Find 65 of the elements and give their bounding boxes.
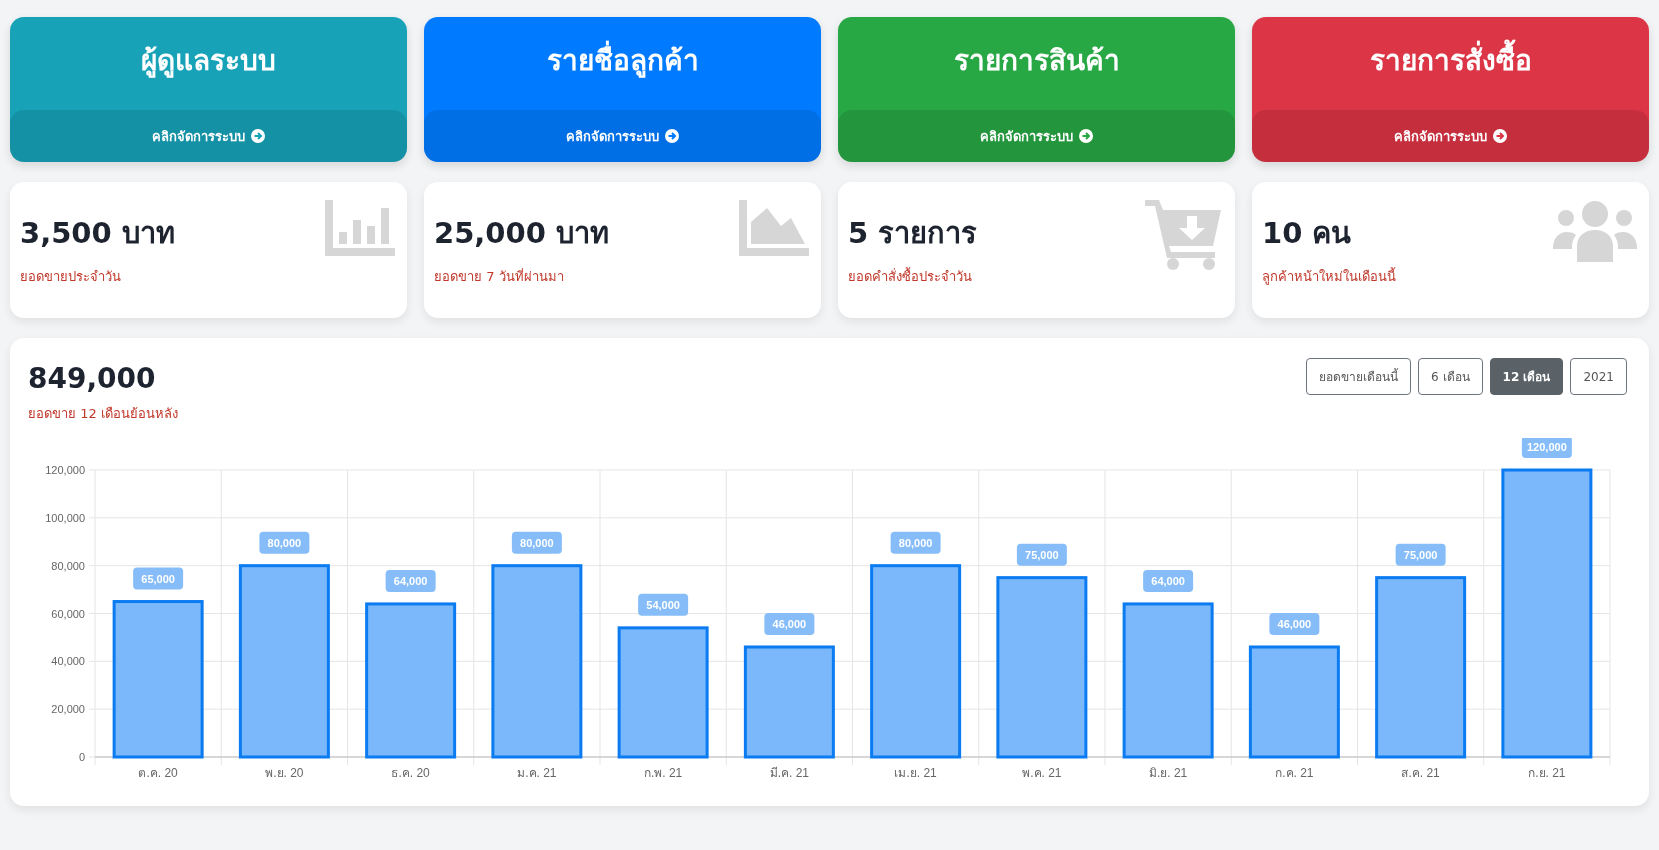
card-title: รายการสินค้า bbox=[952, 42, 1121, 79]
users-icon bbox=[1553, 200, 1637, 262]
period-button[interactable]: ยอดขายเดือนนี้ bbox=[1306, 358, 1412, 395]
axis-tick-label: 120,000 bbox=[45, 464, 85, 476]
arrow-circle-icon bbox=[251, 129, 265, 143]
axis-tick-label: ม.ค. 21 bbox=[517, 766, 557, 780]
data-label: 46,000 bbox=[1269, 613, 1320, 635]
menu-card[interactable]: ผู้ดูแลระบบ คลิกจัดการระบบ bbox=[10, 17, 407, 162]
axis-tick-label: พ.ค. 21 bbox=[1022, 766, 1062, 780]
data-label: 75,000 bbox=[1016, 543, 1067, 566]
card-title: รายการสั่งซื้อ bbox=[1252, 17, 1649, 110]
sales-total: 849,000 bbox=[28, 361, 157, 395]
data-label: 65,000 bbox=[133, 567, 184, 590]
manage-link[interactable]: คลิกจัดการระบบ bbox=[566, 125, 659, 147]
axis-tick-label: ต.ค. 20 bbox=[138, 766, 178, 780]
axis-tick-label: ก.พ. 21 bbox=[643, 766, 683, 780]
stat-value: 10 คน bbox=[1262, 215, 1353, 252]
card-title: รายชื่อลูกค้า bbox=[424, 17, 821, 110]
arrow-circle-icon bbox=[665, 129, 679, 143]
data-label: 54,000 bbox=[638, 593, 689, 616]
card-title: ผู้ดูแลระบบ bbox=[140, 42, 277, 80]
axis-tick-label: ธ.ค. 20 bbox=[391, 766, 430, 780]
data-label: 80,000 bbox=[259, 531, 310, 554]
data-label: 80,000 bbox=[511, 531, 562, 554]
stat-value: 3,500 บาท bbox=[20, 215, 175, 252]
axis-tick-label: 100,000 bbox=[45, 511, 85, 524]
arrow-circle-icon bbox=[1493, 129, 1507, 143]
axis-tick-label: มิ.ย. 21 bbox=[1148, 766, 1188, 780]
period-button[interactable]: 2021 bbox=[1570, 358, 1627, 395]
manage-link[interactable]: คลิกจัดการระบบ bbox=[980, 125, 1073, 147]
period-button[interactable]: 12 เดือน bbox=[1489, 358, 1564, 395]
axis-tick-label: เม.ย. 21 bbox=[894, 766, 937, 780]
cart-icon bbox=[1145, 200, 1223, 270]
arrow-circle-icon bbox=[1079, 129, 1093, 143]
data-label: 75,000 bbox=[1395, 543, 1446, 566]
menu-card[interactable]: รายชื่อลูกค้า คลิกจัดการระบบ bbox=[424, 17, 821, 162]
menu-card[interactable]: รายการสั่งซื้อ คลิกจัดการระบบ bbox=[1252, 17, 1649, 162]
bar-chart-icon bbox=[325, 200, 395, 256]
data-label: 46,000 bbox=[764, 613, 815, 635]
sales-caption: ยอดขาย 12 เดือนย้อนหลัง bbox=[28, 405, 178, 423]
stat-value: 5 รายการ bbox=[848, 215, 978, 252]
stat-caption: ยอดขายประจำวัน bbox=[20, 268, 122, 286]
data-label: 120,000 bbox=[1521, 438, 1572, 458]
data-label: 80,000 bbox=[890, 531, 941, 554]
axis-tick-label: ส.ค. 21 bbox=[1401, 766, 1440, 780]
period-button[interactable]: 6 เดือน bbox=[1418, 358, 1483, 395]
stat-caption: ยอดคำสั่งซื้อประจำวัน bbox=[848, 266, 973, 286]
axis-tick-label: 40,000 bbox=[51, 655, 85, 668]
axis-tick-label: มี.ค. 21 bbox=[769, 766, 810, 780]
data-label: 64,000 bbox=[385, 569, 436, 592]
axis-tick-label: 0 bbox=[78, 751, 85, 763]
manage-link[interactable]: คลิกจัดการระบบ bbox=[152, 125, 245, 147]
area-chart-icon bbox=[739, 200, 809, 256]
stat-caption: ลูกค้าหน้าใหม่ในเดือนนี้ bbox=[1262, 266, 1396, 287]
axis-tick-label: 80,000 bbox=[51, 559, 85, 572]
axis-tick-label: พ.ย. 20 bbox=[265, 766, 304, 780]
stat-caption: ยอดขาย 7 วันที่ผ่านมา bbox=[434, 267, 565, 286]
manage-link[interactable]: คลิกจัดการระบบ bbox=[1394, 125, 1487, 147]
data-label: 64,000 bbox=[1143, 569, 1194, 592]
axis-tick-label: ก.ย. 21 bbox=[1528, 766, 1566, 780]
menu-card[interactable]: รายการสินค้า คลิกจัดการระบบ bbox=[838, 17, 1235, 162]
axis-tick-label: 60,000 bbox=[51, 607, 85, 620]
stat-value: 25,000 บาท bbox=[434, 215, 609, 252]
axis-tick-label: ก.ค. 21 bbox=[1275, 766, 1314, 780]
axis-tick-label: 20,000 bbox=[51, 703, 85, 716]
